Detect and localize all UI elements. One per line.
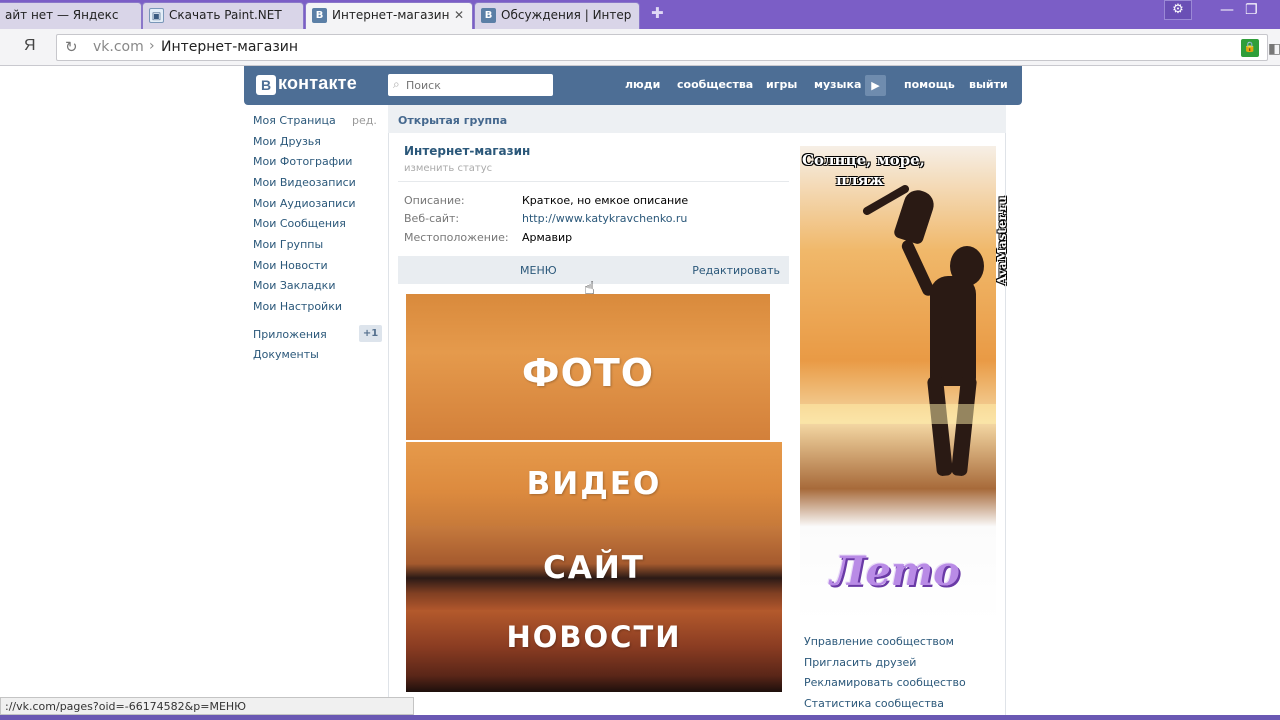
bookmark-icon[interactable]: ◧: [1268, 41, 1280, 57]
sun-reflection: [800, 404, 996, 424]
change-status-link[interactable]: изменить статус: [404, 163, 492, 174]
menu-friends[interactable]: Мои Друзья: [253, 135, 321, 148]
edit-link[interactable]: Редактировать: [692, 264, 780, 277]
banner-label: НОВОСТИ: [506, 620, 682, 654]
avatar-watermark: AvaMaster.ru: [995, 196, 1010, 286]
vk-icon: В: [481, 8, 496, 23]
silhouette-leg: [926, 375, 954, 477]
url-host: vk.com: [93, 39, 144, 55]
restore-icon[interactable]: ❐: [1245, 2, 1258, 18]
menu-apps[interactable]: Приложения: [253, 328, 327, 341]
banner-label: ФОТО: [521, 351, 655, 395]
info-value-location: Армавир: [522, 231, 573, 244]
status-url: ://vk.com/pages?oid=-66174582&p=МЕНЮ: [5, 700, 247, 713]
info-label-description: Описание:: [404, 194, 465, 207]
edit-menu-link[interactable]: ред.: [352, 114, 377, 127]
banner-label: САЙТ: [543, 550, 645, 586]
reload-icon[interactable]: ↻: [65, 38, 78, 56]
taskbar: [0, 715, 1280, 720]
manage-community-link[interactable]: Управление сообществом: [804, 635, 954, 648]
search-box[interactable]: ⌕: [388, 74, 553, 96]
vk-logo-text: контакте: [278, 73, 357, 93]
search-input[interactable]: [406, 76, 546, 94]
tab-label: Интернет-магазин: [332, 8, 450, 22]
tab-paintnet[interactable]: ▣ Скачать Paint.NET: [142, 2, 304, 29]
url-separator: ›: [149, 38, 155, 54]
group-type-bar: Открытая группа: [388, 105, 1006, 133]
avatar-caption: пляж: [836, 171, 884, 189]
silhouette-man: [930, 276, 976, 386]
nav-games[interactable]: игры: [766, 78, 797, 91]
menu-settings[interactable]: Мои Настройки: [253, 300, 342, 313]
yandex-button[interactable]: Я: [24, 37, 36, 55]
tab-internet-shop[interactable]: В Интернет-магазин ✕: [305, 2, 473, 29]
avatar-caption: Солнце, море,: [802, 151, 925, 169]
vk-icon: В: [312, 8, 327, 23]
menu-groups[interactable]: Мои Группы: [253, 238, 323, 251]
website-link[interactable]: http://www.katykravchenko.ru: [522, 212, 687, 225]
menu-photos[interactable]: Мои Фотографии: [253, 155, 352, 168]
menu-bookmarks[interactable]: Мои Закладки: [253, 279, 335, 292]
wiki-menu-link[interactable]: МЕНЮ: [520, 264, 557, 277]
menu-documents[interactable]: Документы: [253, 348, 319, 361]
vk-logo-letter: В: [256, 75, 276, 95]
menu-audio[interactable]: Мои Аудиозаписи: [253, 197, 356, 210]
address-bar[interactable]: ↻ vk.com › Интернет-магазин 🔒: [56, 34, 1268, 61]
invite-friends-link[interactable]: Пригласить друзей: [804, 656, 916, 669]
info-value-description: Краткое, но емкое описание: [522, 194, 689, 207]
divider: [398, 181, 789, 182]
community-stats-link[interactable]: Статистика сообщества: [804, 697, 944, 710]
tab-label: айт нет — Яндекс: [5, 8, 119, 22]
nav-music[interactable]: музыка: [814, 78, 861, 91]
new-tab-icon[interactable]: ✚: [651, 6, 665, 21]
status-bar: ://vk.com/pages?oid=-66174582&p=МЕНЮ: [0, 697, 414, 715]
tab-discussions[interactable]: В Обсуждения | Интер: [474, 2, 640, 29]
search-icon: ⌕: [393, 77, 400, 91]
nav-logout[interactable]: выйти: [969, 78, 1008, 91]
group-type-label: Открытая группа: [398, 114, 508, 127]
minimize-icon[interactable]: —: [1220, 2, 1234, 18]
info-label-location: Местоположение:: [404, 231, 509, 244]
menu-my-page[interactable]: Моя Страница: [253, 114, 336, 127]
silhouette-leg: [950, 375, 978, 477]
hand-cursor-icon: ☝: [584, 278, 595, 299]
nav-help[interactable]: помощь: [904, 78, 955, 91]
gear-icon[interactable]: ⚙: [1164, 0, 1192, 20]
tab-yandex[interactable]: айт нет — Яндекс: [0, 2, 142, 29]
menu-news[interactable]: Мои Новости: [253, 259, 328, 272]
advertise-community-link[interactable]: Рекламировать сообщество: [804, 676, 966, 689]
close-icon[interactable]: ✕: [454, 8, 464, 22]
tab-label: Обсуждения | Интер: [501, 8, 632, 22]
nav-people[interactable]: люди: [625, 78, 660, 91]
browser-tabbar: айт нет — Яндекс ▣ Скачать Paint.NET В И…: [0, 0, 1280, 29]
avatar-title: Лето: [830, 548, 960, 595]
nav-communities[interactable]: сообщества: [677, 78, 753, 91]
group-name: Интернет-магазин: [404, 144, 531, 158]
apps-badge[interactable]: +1: [359, 325, 382, 342]
url-title: Интернет-магазин: [161, 39, 299, 55]
tab-label: Скачать Paint.NET: [169, 8, 282, 22]
info-label-website: Веб-сайт:: [404, 212, 460, 225]
banner-video[interactable]: ВИДЕО: [406, 442, 782, 526]
vk-header: В контакте ⌕ люди сообщества игры музыка…: [244, 66, 1022, 105]
banner-photo[interactable]: ФОТО: [406, 294, 770, 440]
lock-icon[interactable]: 🔒: [1241, 39, 1259, 57]
paint-icon: ▣: [149, 8, 164, 23]
banner-site[interactable]: САЙТ: [406, 526, 782, 610]
play-icon[interactable]: ▶: [865, 75, 886, 96]
banner-label: ВИДЕО: [526, 466, 662, 502]
menu-messages[interactable]: Мои Сообщения: [253, 217, 346, 230]
menu-videos[interactable]: Мои Видеозаписи: [253, 176, 356, 189]
banner-news[interactable]: НОВОСТИ: [406, 610, 782, 692]
address-bar-row: Я ↻ vk.com › Интернет-магазин 🔒: [0, 29, 1280, 66]
